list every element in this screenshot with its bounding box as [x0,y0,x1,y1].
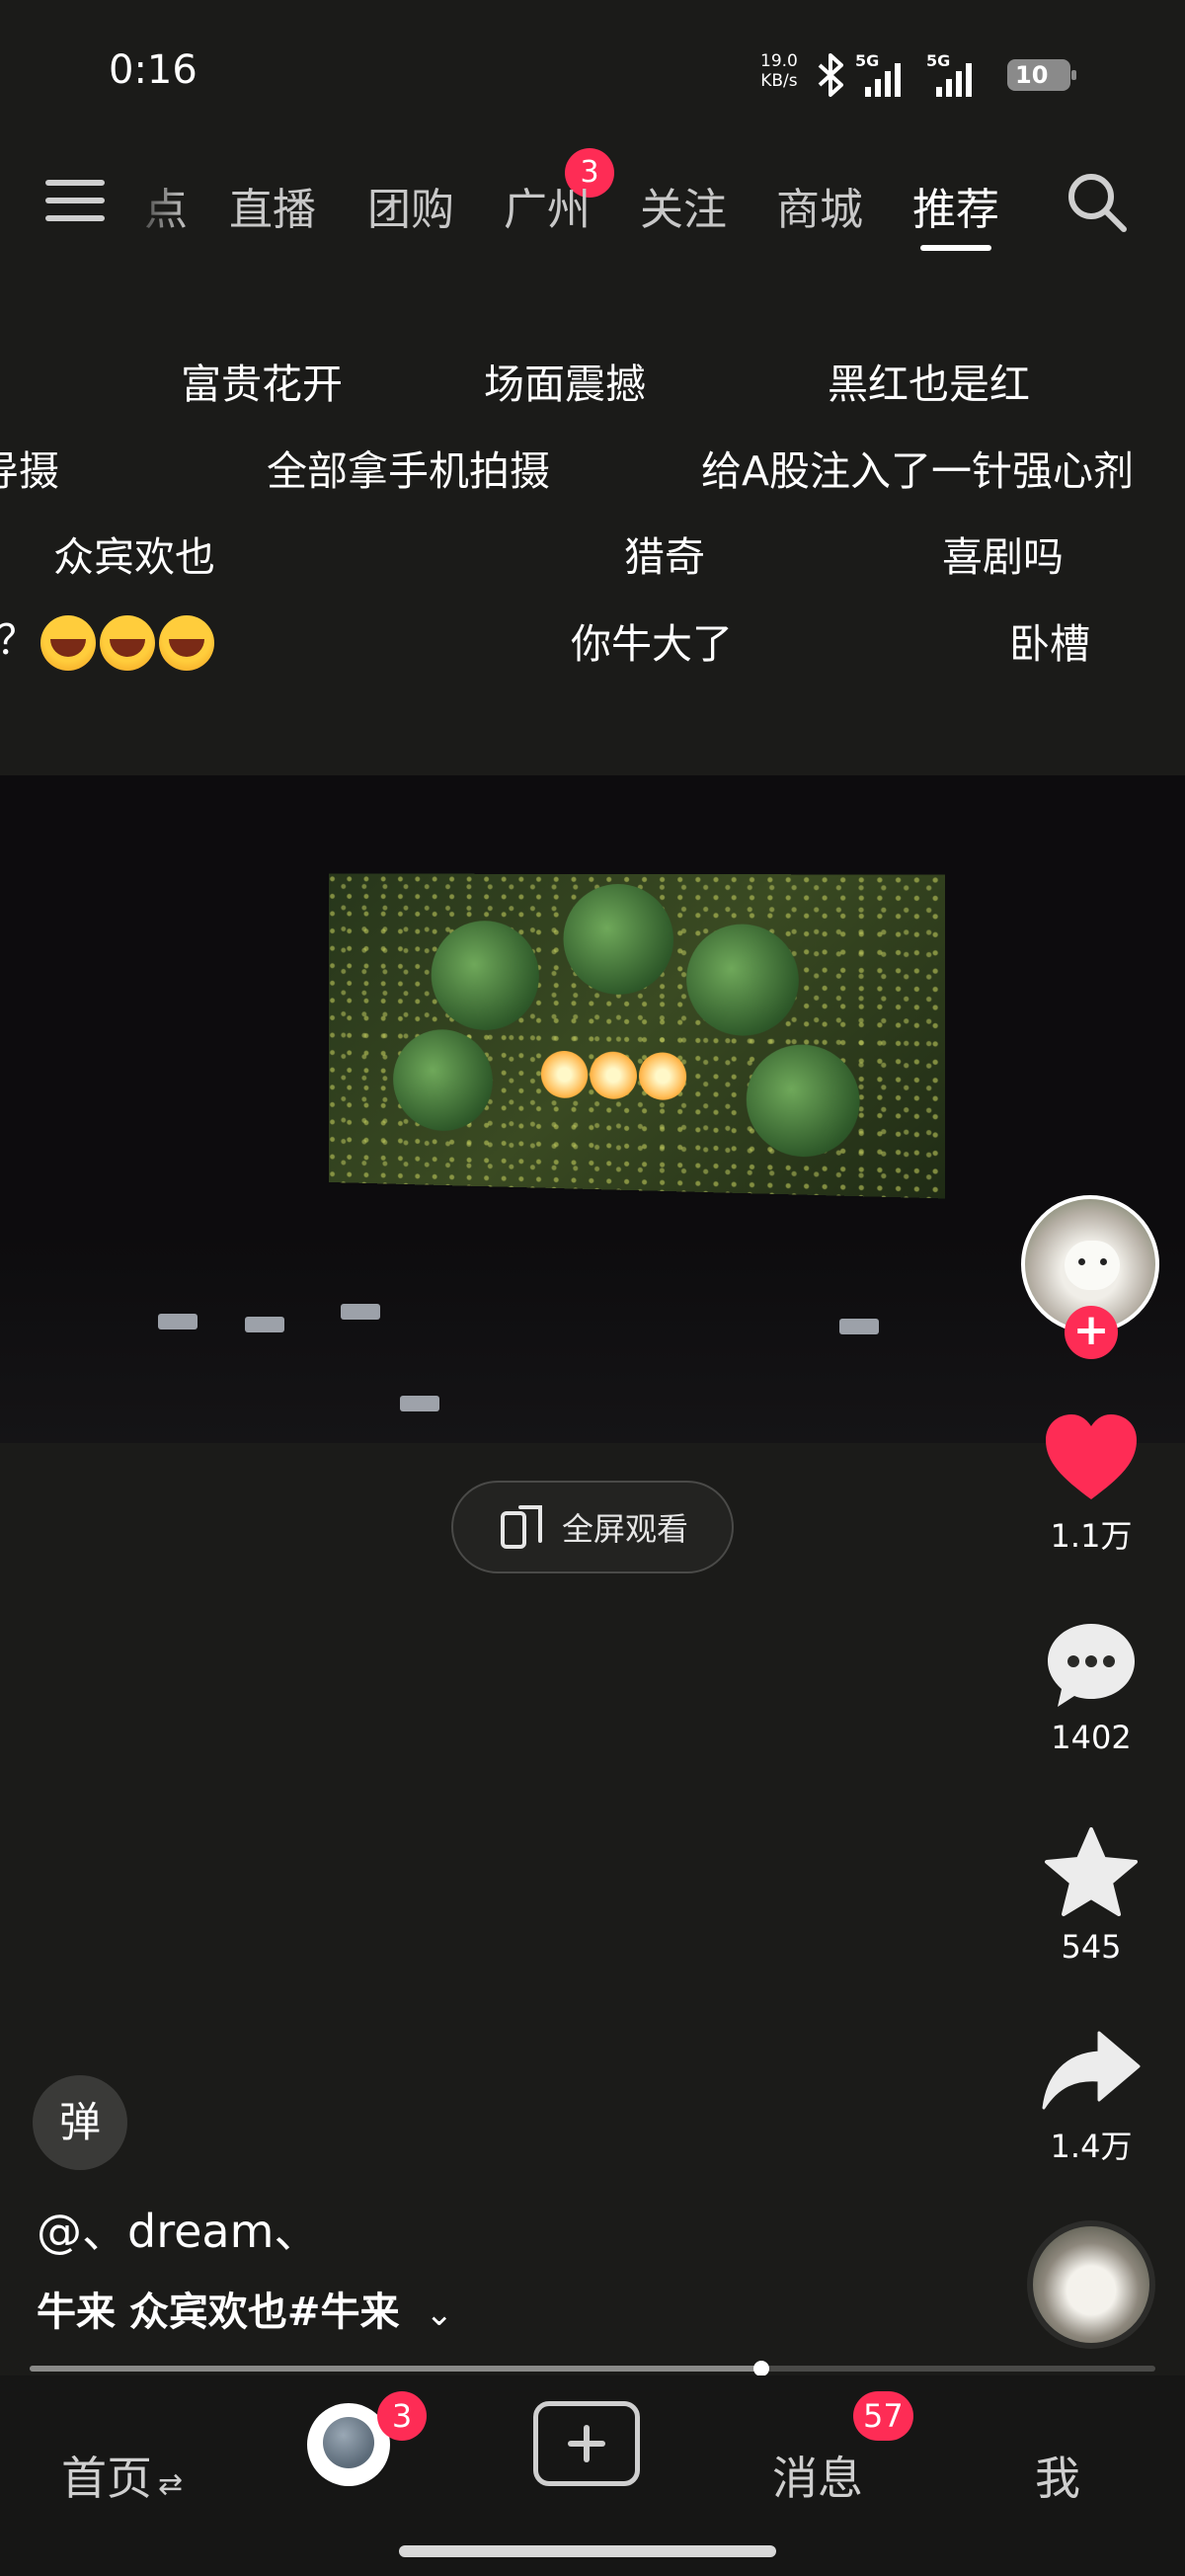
danmaku-item: 你牛大了 [571,620,733,668]
comment-icon [1048,1624,1135,1707]
danmaku-item: 众宾欢也 [53,533,215,581]
chevron-down-icon[interactable]: ⌄ [425,2294,453,2334]
top-nav: 点 直播 团购 3 广州 关注 商城 推荐 [0,148,1185,257]
status-bar: 0:16 19.0 KB/s 5G 5G 10 [0,0,1185,148]
danmaku-item: 卧槽 [1009,620,1090,668]
active-tab-underline [920,245,991,251]
follow-button[interactable]: + [1065,1306,1118,1359]
comment-button[interactable]: 1402 [1017,1620,1165,1756]
net-speed-unit: KB/s [760,71,798,91]
progress-fill [30,2366,761,2372]
star-icon [1045,1827,1138,1916]
laughing-crying-emoji-icon [40,615,96,671]
like-count: 1.1万 [1050,1517,1133,1555]
heart-icon [1046,1414,1137,1499]
danmaku-item: 导摄 [0,447,59,495]
planet-icon [323,2417,374,2468]
tab-live[interactable]: 直播 [229,174,316,237]
share-button[interactable]: 1.4万 [1017,2027,1165,2167]
danmaku-item: 给A股注入了一针强心剂 [701,447,1135,495]
messages-badge: 57 [853,2391,913,2441]
home-indicator[interactable] [399,2545,776,2557]
video-feed-page: 0:16 19.0 KB/s 5G 5G 10 点 直播 团购 3 广州 [0,0,1185,2576]
comment-count: 1402 [1051,1719,1132,1756]
music-disc[interactable] [1027,2220,1155,2349]
nav-home[interactable]: 首页 ⇄ [61,2443,183,2508]
tab-recommend[interactable]: 推荐 [912,174,999,237]
nav-messages[interactable]: 消息 [772,2443,863,2508]
tab-following[interactable]: 关注 [640,174,727,237]
net-speed-value: 19.0 [760,51,798,71]
danmaku-item: ？ [0,606,214,671]
bluetooth-icon [818,53,843,97]
swap-icon: ⇄ [158,2467,184,2502]
danmaku-item: 喜剧吗 [942,533,1064,581]
progress-knob[interactable] [753,2361,769,2376]
video-description[interactable]: 牛来 众宾欢也#牛来 ⌄ [37,2280,453,2337]
danmaku-item: 全部拿手机拍摄 [267,447,550,495]
danmaku-item: 场面震撼 [484,361,646,408]
video-frame-screen [329,873,945,1199]
nav-me[interactable]: 我 [1035,2443,1080,2508]
danmaku-item: 猎奇 [624,533,705,581]
favorite-button[interactable]: 545 [1017,1825,1165,1966]
laughing-crying-emoji-icon [159,615,214,671]
fullscreen-button[interactable]: 全屏观看 [451,1481,734,1573]
tab-group-buy[interactable]: 团购 [367,174,454,237]
danmaku-item: 黑红也是红 [828,361,1030,408]
fullscreen-label: 全屏观看 [561,1510,688,1548]
share-icon [1042,2031,1141,2110]
search-icon[interactable] [1063,168,1132,237]
signal-icon: 5G [855,51,910,97]
share-count: 1.4万 [1050,2128,1133,2165]
status-time: 0:16 [109,47,198,93]
laughing-crying-emoji-icon [100,615,155,671]
signal-icon: 5G [926,51,982,97]
tab-city[interactable]: 广州 [504,174,591,237]
friends-badge: 3 [377,2391,427,2441]
favorite-count: 545 [1061,1928,1122,1966]
video-progress-bar[interactable] [30,2361,1155,2376]
menu-icon[interactable] [45,180,105,227]
like-button[interactable]: 1.1万 [1017,1412,1165,1557]
author-name[interactable]: @、dream、 [37,2196,319,2261]
danmaku-item: 富贵花开 [181,361,343,408]
danmaku-toggle-button[interactable]: 弹 [33,2075,127,2170]
net-speed: 19.0 KB/s [760,51,798,91]
rotate-screen-icon [500,1505,542,1549]
tab-mall[interactable]: 商城 [776,174,863,237]
video-player[interactable] [0,775,1185,1443]
battery-icon: 10 [1007,59,1076,91]
danmaku-layer: 富贵花开 场面震撼 黑红也是红 导摄 全部拿手机拍摄 给A股注入了一针强心剂 众… [0,336,1185,672]
create-button[interactable] [533,2401,640,2486]
